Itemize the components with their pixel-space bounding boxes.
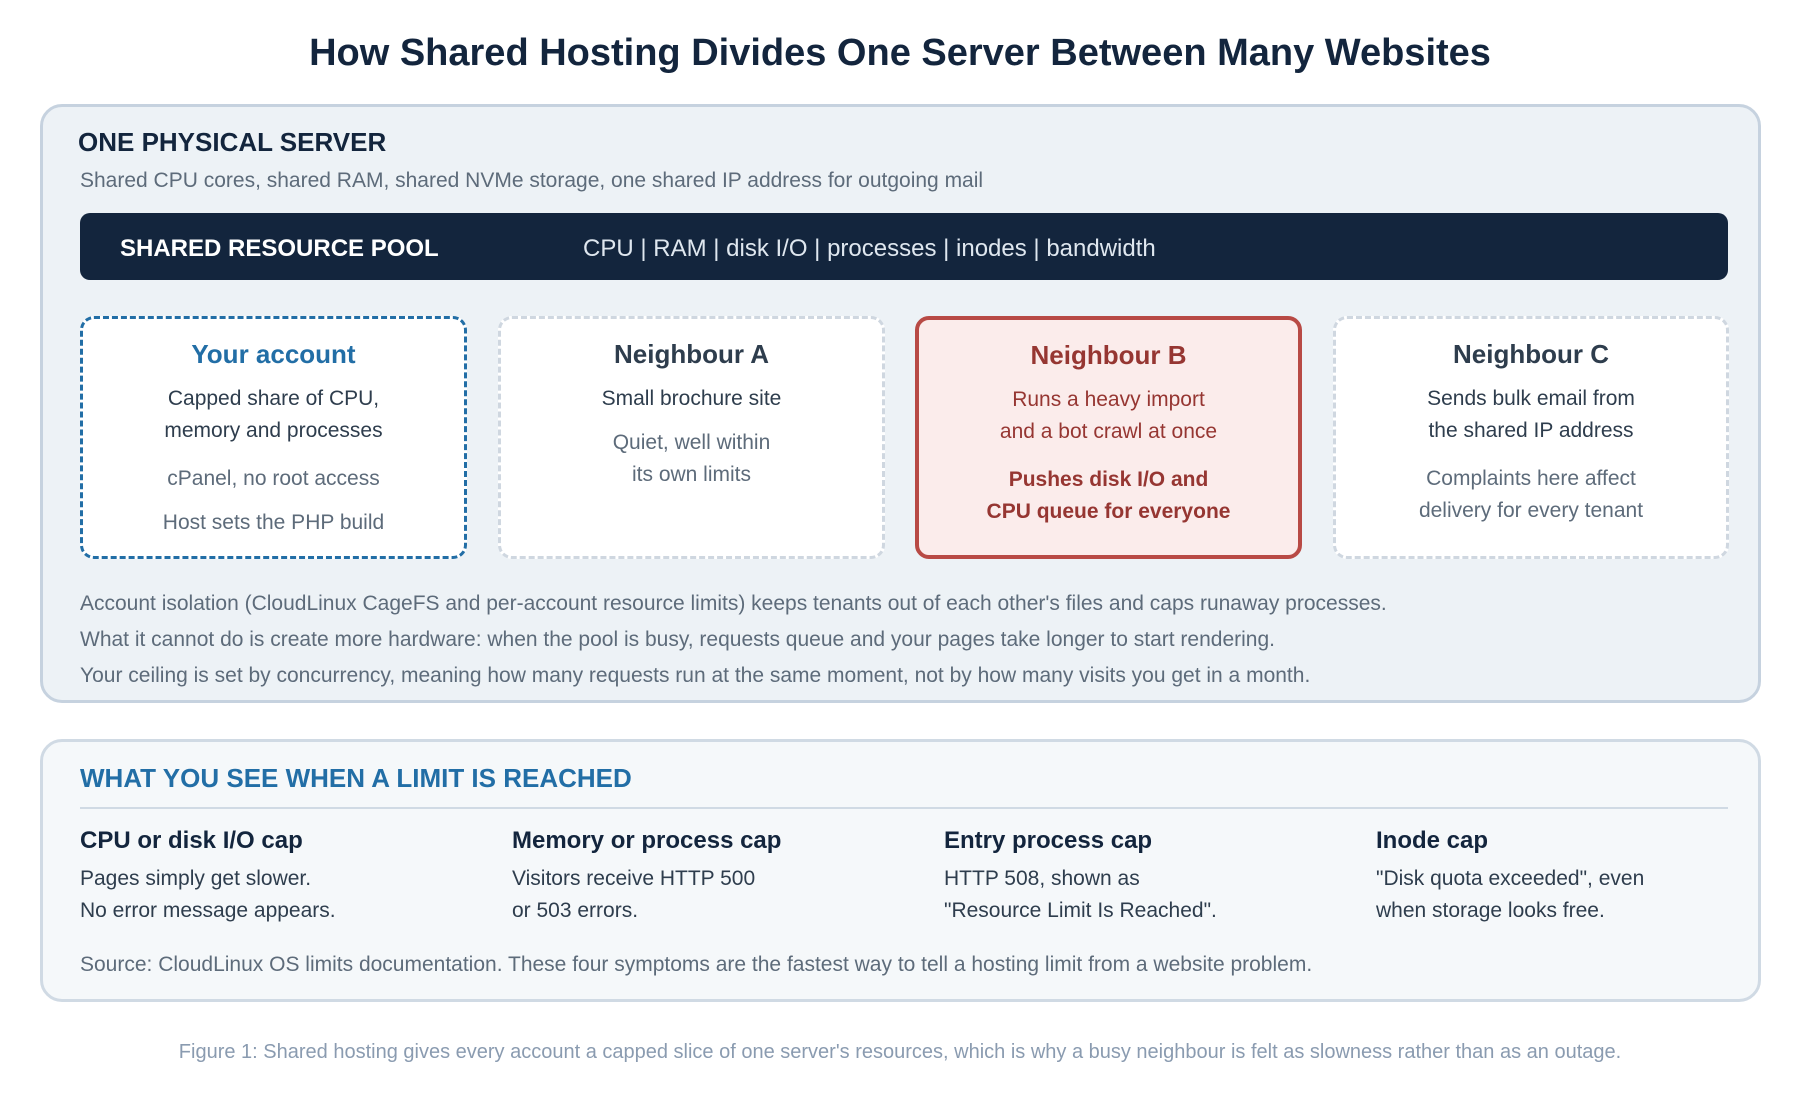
card-neighbour-b: Neighbour B Runs a heavy import and a bo… [915,316,1302,559]
figure-caption: Figure 1: Shared hosting gives every acc… [178,1041,1622,1063]
card-line: Capped share of CPU, [167,387,380,410]
card-line: the shared IP address [1428,419,1634,442]
card-line: CPU queue for everyone [986,500,1231,523]
server-note: What it cannot do is create more hardwar… [80,628,1275,651]
symptom-title: Memory or process cap [512,827,782,854]
card-title: Neighbour A [613,339,770,369]
card-line: cPanel, no root access [167,467,380,490]
card-line: Complaints here affect [1426,467,1636,490]
server-subtitle: Shared CPU cores, shared RAM, shared NVM… [80,169,984,192]
card-line: Sends bulk email from [1427,387,1635,410]
card-title: Neighbour C [1453,339,1609,369]
server-title: ONE PHYSICAL SERVER [78,127,387,157]
symptom-line: No error message appears. [80,899,336,922]
symptom-title: Entry process cap [944,827,1153,854]
limits-source: Source: CloudLinux OS limits documentati… [80,953,1313,976]
symptom-line: Visitors receive HTTP 500 [512,867,756,890]
symptom-inode-cap: Inode cap "Disk quota exceeded", even wh… [1376,827,1726,927]
symptom-line: or 503 errors. [512,899,639,922]
diagram-page: How Shared Hosting Divides One Server Be… [0,0,1800,1120]
card-line: Host sets the PHP build [162,511,385,534]
symptom-line: "Resource Limit Is Reached". [944,899,1217,922]
symptom-memory-process-cap: Memory or process cap Visitors receive H… [512,827,932,927]
pool-resources: CPU | RAM | disk I/O | processes | inode… [583,235,1156,262]
card-line: Pushes disk I/O and [1008,468,1209,491]
card-neighbour-c: Neighbour C Sends bulk email from the sh… [1333,316,1729,559]
symptom-entry-process-cap: Entry process cap HTTP 508, shown as "Re… [944,827,1364,927]
symptom-cpu-io-cap: CPU or disk I/O cap Pages simply get slo… [80,827,500,927]
card-line: delivery for every tenant [1418,499,1644,522]
shared-resource-pool: SHARED RESOURCE POOL CPU | RAM | disk I/… [80,213,1728,280]
card-line: Quiet, well within [612,431,771,454]
limits-title: WHAT YOU SEE WHEN A LIMIT IS REACHED [80,763,632,793]
card-line: its own limits [631,463,752,486]
card-your-account: Your account Capped share of CPU, memory… [80,316,467,559]
limits-divider [80,807,1728,809]
symptom-title: Inode cap [1376,827,1489,854]
symptom-title: CPU or disk I/O cap [80,827,303,854]
card-title: Neighbour B [1030,340,1187,370]
server-note: Account isolation (CloudLinux CageFS and… [80,592,1387,615]
symptom-line: Pages simply get slower. [80,867,312,890]
symptom-line: HTTP 508, shown as [944,867,1140,890]
server-note: Your ceiling is set by concurrency, mean… [80,664,1311,687]
symptom-line: when storage looks free. [1376,899,1605,922]
card-line: and a bot crawl at once [999,420,1218,443]
diagram-title: How Shared Hosting Divides One Server Be… [309,32,1491,74]
card-title: Your account [191,339,356,369]
card-line: Small brochure site [601,387,782,410]
card-line: Runs a heavy import [1012,388,1205,411]
card-neighbour-a: Neighbour A Small brochure site Quiet, w… [498,316,885,559]
card-line: memory and processes [164,419,383,442]
symptom-line: "Disk quota exceeded", even [1376,867,1645,890]
pool-label: SHARED RESOURCE POOL [120,235,439,262]
